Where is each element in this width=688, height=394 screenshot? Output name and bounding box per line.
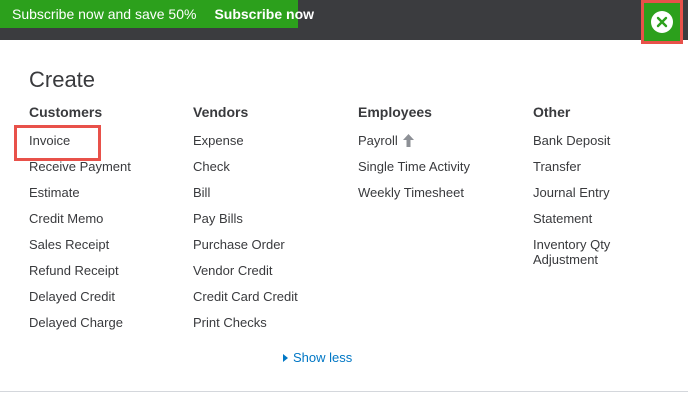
close-button[interactable] <box>641 0 683 44</box>
customers-column: Customers Invoice Receive Payment Estima… <box>14 104 131 341</box>
show-less-label: Show less <box>293 350 353 365</box>
refund-receipt-link[interactable]: Refund Receipt <box>29 263 131 289</box>
arrow-up-icon <box>402 134 414 151</box>
print-checks-link[interactable]: Print Checks <box>193 315 298 341</box>
page-title: Create <box>29 67 96 92</box>
expense-link[interactable]: Expense <box>193 133 298 159</box>
delayed-credit-link[interactable]: Delayed Credit <box>29 289 131 315</box>
vendor-credit-link[interactable]: Vendor Credit <box>193 263 298 289</box>
caret-right-icon <box>283 353 288 362</box>
show-less-toggle[interactable]: Show less <box>283 350 352 365</box>
bill-link[interactable]: Bill <box>193 185 298 211</box>
employees-heading: Employees <box>358 104 432 120</box>
vendors-heading: Vendors <box>193 104 249 120</box>
check-link[interactable]: Check <box>193 159 298 185</box>
credit-memo-link[interactable]: Credit Memo <box>29 211 131 237</box>
transfer-link[interactable]: Transfer <box>533 159 623 185</box>
other-column: Other Bank Deposit Transfer Journal Entr… <box>533 104 623 275</box>
other-heading: Other <box>533 104 571 120</box>
inventory-qty-adjustment-link[interactable]: Inventory Qty Adjustment <box>533 237 623 275</box>
weekly-timesheet-link[interactable]: Weekly Timesheet <box>358 185 470 211</box>
estimate-link[interactable]: Estimate <box>29 185 131 211</box>
close-icon[interactable] <box>651 11 673 33</box>
customers-heading: Customers <box>29 104 103 120</box>
journal-entry-link[interactable]: Journal Entry <box>533 185 623 211</box>
create-invoice-link[interactable]: Invoice <box>14 125 131 161</box>
sales-receipt-link[interactable]: Sales Receipt <box>29 237 131 263</box>
employees-column: Employees Payroll Single Time Activity W… <box>358 104 470 211</box>
payroll-link[interactable]: Payroll <box>358 133 470 159</box>
vendors-column: Vendors Expense Check Bill Pay Bills Pur… <box>193 104 298 341</box>
divider <box>0 391 688 392</box>
subscribe-now-link[interactable]: Subscribe now <box>214 6 314 22</box>
statement-link[interactable]: Statement <box>533 211 623 237</box>
purchase-order-link[interactable]: Purchase Order <box>193 237 298 263</box>
receive-payment-link[interactable]: Receive Payment <box>29 159 131 185</box>
single-time-activity-link[interactable]: Single Time Activity <box>358 159 470 185</box>
bank-deposit-link[interactable]: Bank Deposit <box>533 133 623 159</box>
credit-card-credit-link[interactable]: Credit Card Credit <box>193 289 298 315</box>
subscribe-banner[interactable]: Subscribe now and save 50% Subscribe now <box>0 0 314 28</box>
promo-text: Subscribe now and save 50% <box>12 6 197 22</box>
delayed-charge-link[interactable]: Delayed Charge <box>29 315 131 341</box>
payroll-label: Payroll <box>358 133 398 148</box>
pay-bills-link[interactable]: Pay Bills <box>193 211 298 237</box>
